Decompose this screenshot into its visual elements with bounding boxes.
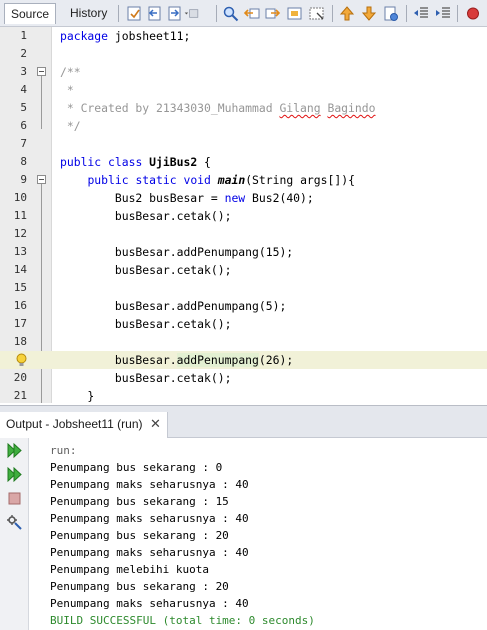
fold-toggle-icon[interactable] [37,67,46,76]
toggle-highlight-icon[interactable] [308,5,326,22]
code-line: 18 [13,335,27,348]
rerun-with-args-icon[interactable] [6,466,23,483]
output-side-toolbar [0,438,29,630]
tab-history[interactable]: History [64,3,113,24]
code-line: 10 Bus2 busBesar = new Bus2(40); [13,191,314,205]
output-line: Penumpang bus sekarang : 20 [50,529,229,542]
code-line: 9 public static void main(String args[])… [20,173,355,187]
find-next-icon[interactable] [264,5,282,22]
output-line: Penumpang melebihi kuota [50,563,209,576]
toolbar-separator [118,5,119,22]
build-status-line: BUILD SUCCESSFUL (total time: 0 seconds) [50,614,315,627]
fold-toggle-icon[interactable] [37,175,46,184]
output-line: Penumpang bus sekarang : 15 [50,495,229,508]
history-dropdown-icon[interactable] [184,5,210,22]
tab-source[interactable]: Source [4,3,57,24]
code-line: 16 busBesar.addPenumpang(5); [13,299,287,313]
lightbulb-hint-icon[interactable] [15,353,28,367]
output-line: Penumpang bus sekarang : 20 [50,580,229,593]
output-line: Penumpang maks seharusnya : 40 [50,478,249,491]
forward-icon[interactable] [166,5,184,22]
code-editor[interactable]: 1 package jobsheet11; 2 3 /** 4 * 5 * Cr… [0,27,487,403]
output-console[interactable]: run: Penumpang bus sekarang : 0 Penumpan… [30,438,487,630]
code-line: 5 * Created by 21343030_Muhammad Gilang … [20,101,376,115]
stop-icon[interactable] [6,490,23,507]
stop-macro-icon[interactable] [464,5,482,22]
output-header: Output - Jobsheet11 (run) ✕ [0,405,487,439]
rerun-icon[interactable] [6,442,23,459]
code-line: 11 busBesar.cetak(); [13,209,232,223]
output-tab-title: Output - Jobsheet11 (run) [6,417,143,431]
code-line: 21 } [13,389,95,403]
code-line: 3 /** [20,65,81,79]
close-icon[interactable]: ✕ [150,412,161,436]
code-line: 15 [13,281,27,294]
toolbar-separator [406,5,407,22]
find-previous-icon[interactable] [243,5,261,22]
code-line: 14 busBesar.cetak(); [13,263,232,277]
output-line: Penumpang maks seharusnya : 40 [50,597,249,610]
code-line: 20 busBesar.cetak(); [13,371,232,385]
code-line: 13 busBesar.addPenumpang(15); [13,245,294,259]
output-line: run: [50,444,77,457]
code-line: 1 package jobsheet11; [20,29,191,43]
tab-output[interactable]: Output - Jobsheet11 (run) ✕ [0,412,168,439]
code-line: 12 [13,227,27,240]
code-line: 8 public class UjiBus2 { [20,155,211,169]
next-bookmark-icon[interactable] [360,5,378,22]
shift-right-icon[interactable] [434,5,452,22]
toolbar-separator [457,5,458,22]
settings-icon[interactable] [6,514,23,531]
code-line: 17 busBesar.cetak(); [13,317,232,331]
code-line-current: busBesar.addPenumpang(26); [0,351,487,369]
toggle-bookmark-icon[interactable] [382,5,400,22]
output-line: Penumpang maks seharusnya : 40 [50,546,249,559]
code-line: 7 [20,137,27,150]
editor-toolbar: Source History [0,0,487,27]
code-line: 6 */ [20,119,81,133]
toolbar-separator [216,5,217,22]
code-line: 2 [20,47,27,60]
find-icon[interactable] [222,5,240,22]
back-icon[interactable] [146,5,164,22]
previous-bookmark-icon[interactable] [338,5,356,22]
output-line: Penumpang bus sekarang : 0 [50,461,223,474]
find-selection-icon[interactable] [286,5,304,22]
output-line: Penumpang maks seharusnya : 40 [50,512,249,525]
code-line: 4 * [20,83,74,97]
shift-left-icon[interactable] [412,5,430,22]
last-edit-icon[interactable] [126,5,144,22]
toolbar-separator [332,5,333,22]
